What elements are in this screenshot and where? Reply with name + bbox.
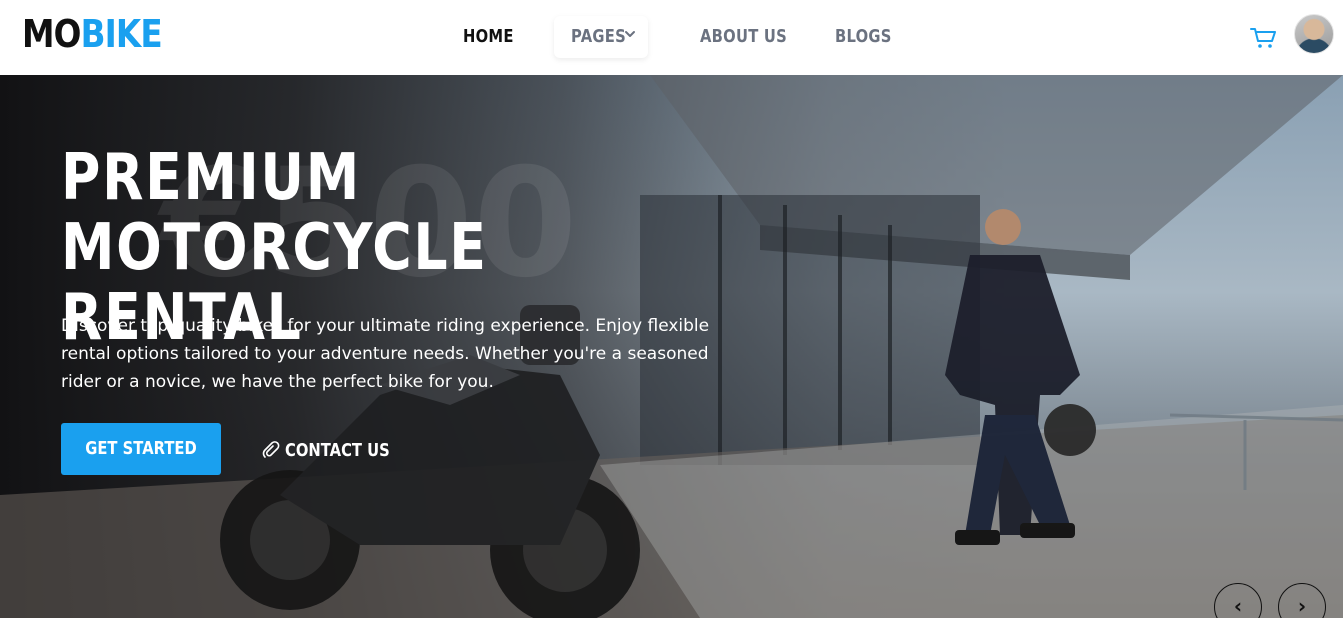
brand-logo[interactable]: MOBIKE xyxy=(22,12,163,56)
chevron-right-icon: › xyxy=(1297,594,1307,618)
contact-us-label: CONTACT US xyxy=(285,439,390,461)
brand-logo-part1: MO xyxy=(22,12,81,56)
cart-icon[interactable] xyxy=(1249,24,1279,50)
hero-description: Discover top-quality bikes for your ulti… xyxy=(61,316,710,392)
brand-logo-part2: BIKE xyxy=(80,12,163,56)
contact-us-button[interactable]: CONTACT US xyxy=(260,435,413,465)
chevron-down-icon[interactable] xyxy=(623,27,637,41)
phone-icon xyxy=(262,441,280,458)
hero-banner: €500 PREMIUM MOTORCYCLE RENTAL Discover … xyxy=(0,75,1343,618)
nav-blogs[interactable]: BLOGS xyxy=(835,17,892,57)
get-started-label: GET STARTED xyxy=(85,438,197,459)
nav-pages[interactable]: PAGES xyxy=(571,17,626,57)
site-header: MOBIKE HOME PAGES ABOUT US BLOGS xyxy=(0,0,1343,75)
nav-about-us[interactable]: ABOUT US xyxy=(700,17,787,57)
get-started-button[interactable]: GET STARTED xyxy=(61,423,221,475)
chevron-left-icon: ‹ xyxy=(1233,594,1243,618)
user-avatar[interactable] xyxy=(1294,14,1334,54)
nav-home[interactable]: HOME xyxy=(463,17,514,57)
